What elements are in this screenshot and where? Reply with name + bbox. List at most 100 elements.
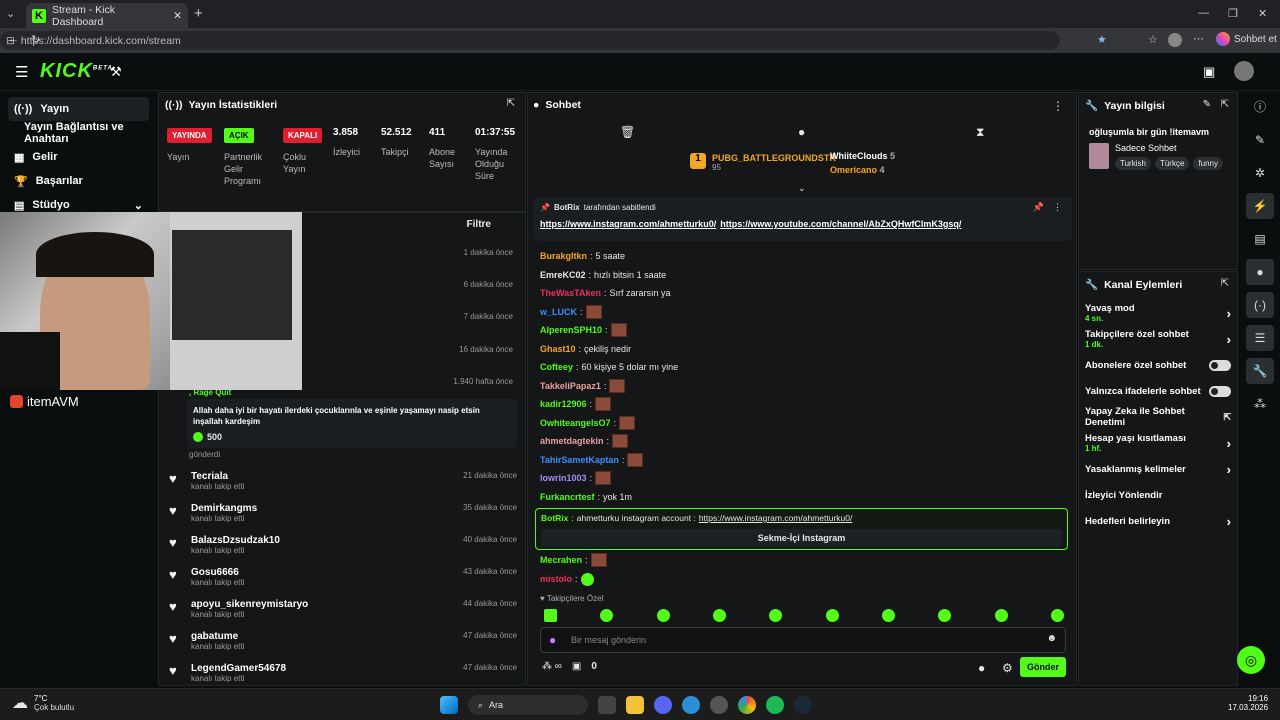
chat-username[interactable]: AlperenSPH10 [540,325,602,335]
emote-icon[interactable] [544,609,557,622]
start-icon[interactable] [440,696,458,714]
channel-action[interactable]: Yapay Zeka ile Sohbet Denetimi ⇱ [1085,404,1231,430]
chat-username[interactable]: Mecrahen [540,555,582,565]
follower-name[interactable]: BalazsDzsudzak10 [191,535,280,546]
settings-gear-icon[interactable]: ⚙ [1002,661,1013,675]
toggle-switch[interactable] [1209,359,1231,371]
chat-input[interactable]: ● Bir mesaj gönderin ☻ [540,627,1066,653]
chat-username[interactable]: Cofteey [540,362,573,372]
kick-logo[interactable]: KICKBETA [40,60,113,83]
chat-username[interactable]: TakkeliPapaz1 [540,381,601,391]
channel-action[interactable]: Abonelere özel sohbet [1085,352,1231,378]
follower-name[interactable]: Demirkangms [191,503,257,514]
more-menu-icon[interactable]: ⋯ [1193,32,1204,45]
microphone-icon[interactable]: ● [549,633,556,647]
instagram-tab-button[interactable]: Sekme-İçi Instagram [541,529,1062,547]
chrome-icon[interactable] [738,696,756,714]
layers-icon[interactable]: ☰ [1246,325,1274,351]
emote-icon[interactable] [1050,609,1064,622]
chat-rail-icon[interactable]: ● [1246,259,1274,285]
chat-menu-icon[interactable]: ⋮ [1052,99,1064,113]
nav-item-stream-key[interactable]: Yayın Bağlantısı ve Anahtarı [0,121,157,145]
filter-button[interactable]: Filtre [467,219,491,230]
community-rail-icon[interactable]: ⁂ [1246,391,1274,417]
hammer-icon[interactable]: ⚒ [110,64,122,80]
follower-name[interactable]: LegendGamer54678 [191,663,286,674]
maximize-icon[interactable]: ❐ [1228,7,1238,20]
nav-item-yayin[interactable]: ((·)) Yayın [8,97,149,121]
nav-item-gelir[interactable]: ▦ Gelir [0,145,157,169]
emote-icon[interactable] [825,609,839,622]
emote-icon[interactable] [938,609,952,622]
broadcast-rail-icon[interactable]: (·) [1246,292,1274,318]
timer-icon[interactable]: ⧗ [976,125,984,140]
info-icon[interactable]: ⓘ [1246,94,1274,120]
chat-username[interactable]: Ghast10 [540,344,576,354]
clock[interactable]: 19:16 17.03.2026 [1228,694,1268,712]
chat-username[interactable]: TheWasTAken [540,288,601,298]
document-icon[interactable]: ▤ [1246,226,1274,252]
popout-icon[interactable]: ⇱ [1221,99,1229,110]
emote-icon[interactable] [656,609,670,622]
chat-username[interactable]: TahirSametKaptan [540,455,619,465]
tab-close-icon[interactable]: ✕ [173,10,182,22]
lightning-icon[interactable]: ⚡ [1246,193,1274,219]
obs-icon[interactable] [710,696,728,714]
nav-item-basarilar[interactable]: 🏆 Başarılar [0,169,157,193]
chat-username[interactable]: ahmetdagtekin [540,436,604,446]
back-icon[interactable]: ← [8,33,19,45]
reload-icon[interactable]: ↻ [31,33,40,46]
chat-username[interactable]: Burakgltkn [540,251,587,261]
popout-icon[interactable]: ⇱ [507,98,515,109]
pinned-link[interactable]: https://www.youtube.com/channel/AbZxQHwf… [720,219,961,229]
emoji-picker-icon[interactable]: ☻ [1046,633,1057,644]
emote-icon[interactable] [769,609,783,622]
edit-icon[interactable]: ✎ [1246,127,1274,153]
chat-bubble-icon[interactable]: ● [978,661,985,675]
follower-name[interactable]: apoyu_sikenreymistaryo [191,599,308,610]
community-icon[interactable]: ⁂ ∞ [542,661,562,672]
steam-icon[interactable] [794,696,812,714]
channel-action[interactable]: Hesap yaşı kısıtlaması 1 hf. › [1085,430,1231,456]
edit-pencil-icon[interactable]: ✎ [1203,99,1211,110]
follower-name[interactable]: Tecriala [191,471,244,482]
bot-link[interactable]: https://www.instagram.com/ahmetturku0/ [699,513,853,523]
unpin-icon[interactable]: 📌 [1033,202,1044,213]
pinned-menu-icon[interactable]: ⋮ [1053,202,1062,213]
chat-username[interactable]: lowrin1003 [540,473,587,483]
task-view-icon[interactable] [598,696,616,714]
trash-icon[interactable]: 🗑 [620,125,635,139]
chat-username[interactable]: w_LUCK [540,307,577,317]
browser-tab[interactable]: K Stream - Kick Dashboard ✕ [26,3,188,28]
collections-icon[interactable]: ☆ [1148,33,1158,46]
emote-icon[interactable] [994,609,1008,622]
spotify-icon[interactable] [766,696,784,714]
chat-icon[interactable]: ● [798,125,805,139]
tab-list-icon[interactable]: ⌄ [6,7,15,20]
emote-icon[interactable] [712,609,726,622]
channel-action[interactable]: Yasaklanmış kelimeler › [1085,456,1231,482]
chat-username[interactable]: kadir12906 [540,399,587,409]
send-button[interactable]: Gönder [1020,657,1066,677]
channel-action[interactable]: Takipçilere özel sohbet 1 dk. › [1085,326,1231,352]
menu-icon[interactable]: ☰ [15,63,28,81]
wrench-rail-icon[interactable]: 🔧 [1246,358,1274,384]
pinned-link[interactable]: https://www.instagram.com/ahmetturku0/ [540,219,716,229]
new-tab-icon[interactable]: + [194,5,203,22]
user-avatar[interactable] [1234,61,1254,81]
file-explorer-icon[interactable] [626,696,644,714]
weather-widget[interactable]: ☁ 7°C Çok bulutlu [12,693,74,713]
discord-icon[interactable] [654,696,672,714]
window-close-icon[interactable]: ✕ [1258,7,1267,20]
channel-action[interactable]: Yavaş mod 4 sn. › [1085,300,1231,326]
chat-username[interactable]: EmreKC02 [540,270,586,280]
copilot-button[interactable]: Sohbet et [1216,32,1277,46]
edge-icon[interactable] [682,696,700,714]
popout-icon[interactable]: ⇱ [1221,278,1229,289]
chat-username[interactable]: mistolo [540,574,572,584]
follower-name[interactable]: gabatume [191,631,244,642]
inbox-icon[interactable]: ▣ [1203,64,1215,80]
minimize-icon[interactable]: — [1198,7,1209,19]
bug-icon[interactable]: ✲ [1246,160,1274,186]
expand-chevron-icon[interactable]: ⌄ [798,183,806,194]
